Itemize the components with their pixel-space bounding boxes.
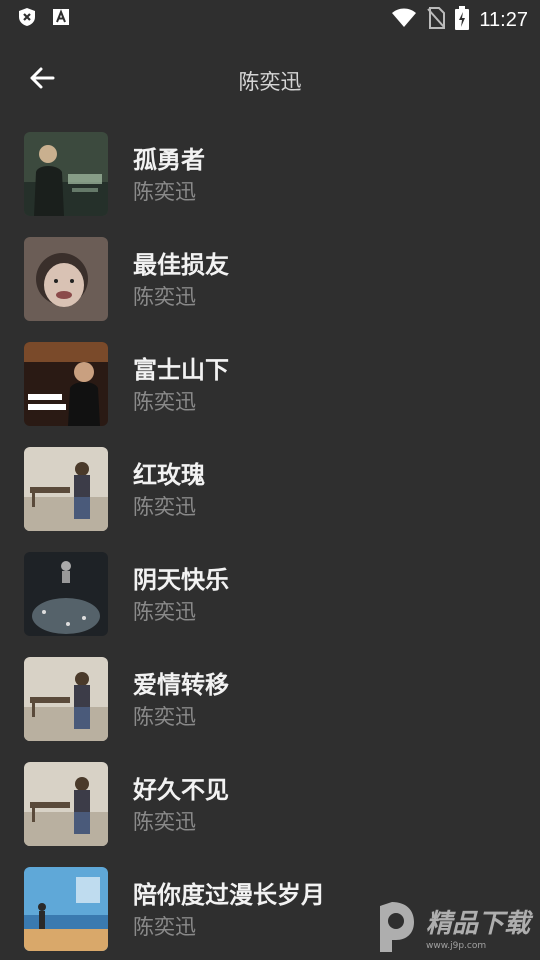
watermark-text: 精品下载	[426, 909, 534, 939]
song-artist: 陈奕迅	[133, 495, 196, 519]
song-item[interactable]: 好久不见 陈奕迅	[0, 758, 540, 863]
font-a-icon	[52, 8, 70, 26]
clock: 11:27	[479, 8, 528, 31]
shield-x-icon	[18, 8, 36, 26]
song-artist: 陈奕迅	[133, 810, 196, 834]
song-item[interactable]: 孤勇者 陈奕迅	[0, 128, 540, 233]
song-title: 富士山下	[133, 356, 229, 384]
app-bar: 陈奕迅	[0, 50, 540, 110]
song-item[interactable]: 富士山下 陈奕迅	[0, 338, 540, 443]
song-title: 爱情转移	[133, 671, 229, 699]
song-artist: 陈奕迅	[133, 180, 196, 204]
song-artist: 陈奕迅	[133, 390, 196, 414]
watermark-logo: 精品下载 www.j9p.com	[370, 896, 536, 954]
album-cover	[24, 552, 108, 636]
album-cover	[24, 657, 108, 741]
song-artist: 陈奕迅	[133, 600, 196, 624]
battery-charging-icon	[455, 6, 470, 34]
status-bar: 11:27	[0, 0, 540, 36]
song-artist: 陈奕迅	[133, 915, 196, 939]
no-sim-icon	[427, 7, 446, 33]
song-artist: 陈奕迅	[133, 285, 196, 309]
song-item[interactable]: 阴天快乐 陈奕迅	[0, 548, 540, 653]
song-list: 孤勇者 陈奕迅 最佳损友 陈奕迅 富士山下 陈奕迅 红玫瑰 陈奕迅 阴天快乐 陈…	[0, 128, 540, 960]
album-cover	[24, 447, 108, 531]
album-cover	[24, 867, 108, 951]
song-title: 最佳损友	[133, 251, 229, 279]
song-title: 孤勇者	[133, 146, 205, 174]
song-title: 红玫瑰	[133, 461, 205, 489]
wifi-icon	[391, 8, 417, 32]
page-title: 陈奕迅	[238, 70, 302, 94]
song-title: 阴天快乐	[133, 566, 229, 594]
song-title: 好久不见	[133, 776, 229, 804]
album-cover	[24, 762, 108, 846]
album-cover	[24, 132, 108, 216]
album-cover	[24, 237, 108, 321]
song-item[interactable]: 红玫瑰 陈奕迅	[0, 443, 540, 548]
song-artist: 陈奕迅	[133, 705, 196, 729]
album-cover	[24, 342, 108, 426]
song-title: 陪你度过漫长岁月	[133, 881, 325, 909]
song-item[interactable]: 最佳损友 陈奕迅	[0, 233, 540, 338]
watermark-url: www.j9p.com	[426, 941, 486, 951]
song-item[interactable]: 爱情转移 陈奕迅	[0, 653, 540, 758]
